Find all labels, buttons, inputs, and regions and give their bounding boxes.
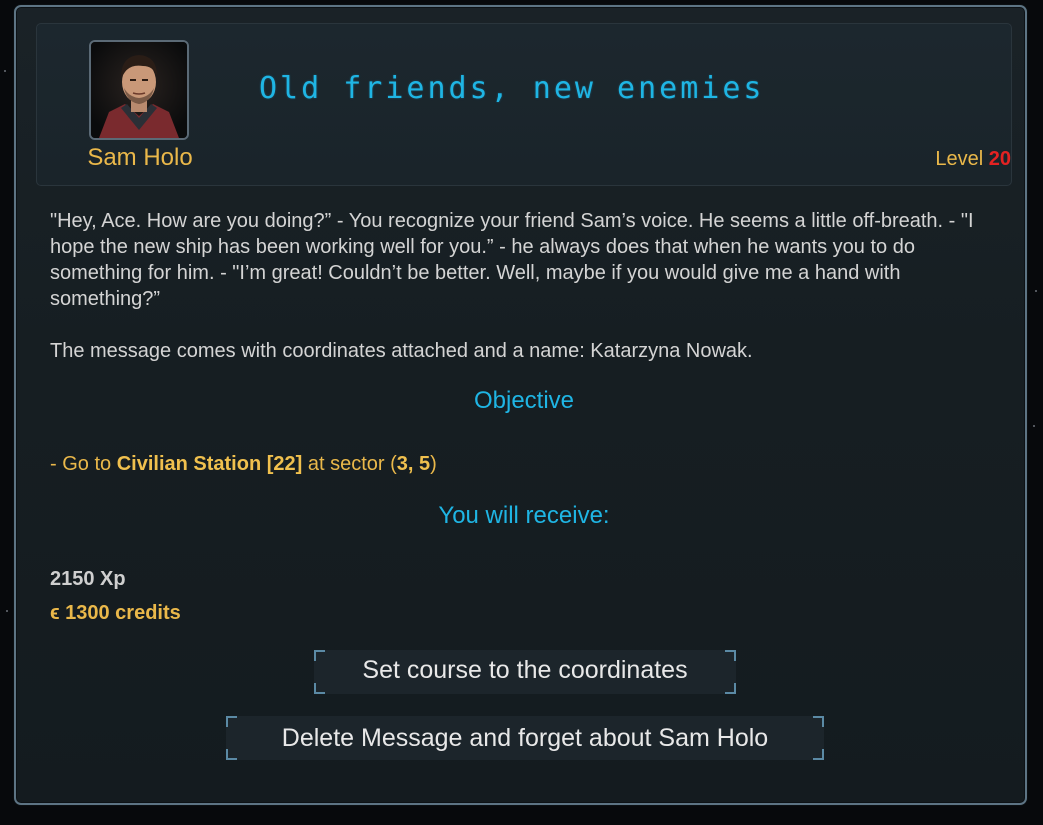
delete-message-label: Delete Message and forget about Sam Holo bbox=[281, 724, 769, 752]
npc-name: Sam Holo bbox=[87, 144, 193, 171]
npc-portrait bbox=[89, 40, 189, 140]
mission-title: Old friends, new enemies bbox=[259, 71, 765, 106]
portrait-image bbox=[91, 42, 187, 138]
backdrop-speck bbox=[1035, 290, 1037, 292]
mission-message-window: Sam Holo Old friends, new enemies Level … bbox=[14, 5, 1027, 805]
objective-item: - Go to Civilian Station [22] at sector … bbox=[50, 453, 437, 476]
mission-level-inner: Level 20 bbox=[811, 148, 1011, 171]
objective-middle: at sector ( bbox=[302, 453, 397, 475]
objective-prefix: - Go to bbox=[50, 453, 117, 475]
level-value: 20 bbox=[988, 148, 1011, 170]
reward-xp: 2150 Xp bbox=[50, 568, 126, 590]
objective-sector: 3, 5 bbox=[396, 453, 431, 475]
message-body: "Hey, Ace. How are you doing?” - You rec… bbox=[50, 208, 1010, 364]
message-paragraph: The message comes with coordinates attac… bbox=[50, 340, 753, 362]
set-course-label: Set course to the coordinates bbox=[362, 656, 688, 684]
rewards-heading: You will receive: bbox=[438, 502, 610, 529]
message-paragraph: "Hey, Ace. How are you doing?” - You rec… bbox=[50, 210, 974, 310]
objective-destination: Civilian Station [22] bbox=[116, 453, 303, 475]
level-label: Level bbox=[935, 148, 984, 170]
objective-suffix: ) bbox=[430, 453, 437, 475]
set-course-button[interactable]: Set course to the coordinates bbox=[314, 650, 736, 694]
reward-credits: ϵ 1300 credits bbox=[50, 602, 181, 624]
objective-heading: Objective bbox=[473, 387, 575, 414]
mission-header: Sam Holo Old friends, new enemies Level … bbox=[36, 23, 1012, 186]
backdrop-speck bbox=[4, 70, 6, 72]
delete-message-button[interactable]: Delete Message and forget about Sam Holo bbox=[226, 716, 824, 760]
backdrop-speck bbox=[1033, 425, 1035, 427]
backdrop-speck bbox=[6, 610, 8, 612]
